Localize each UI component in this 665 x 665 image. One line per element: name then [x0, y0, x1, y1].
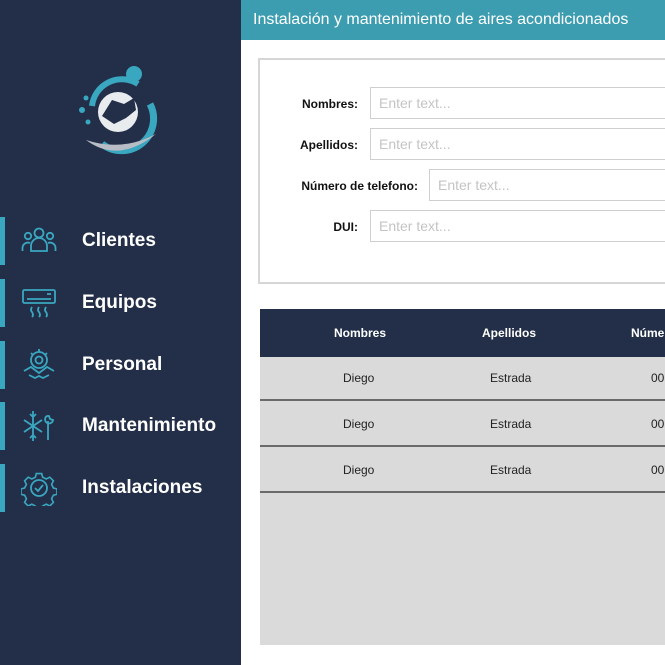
app-header: Instalación y mantenimiento de aires aco…: [241, 0, 665, 40]
cell-nombres: Diego: [343, 371, 375, 385]
sidebar-item-personal[interactable]: Personal: [0, 341, 241, 389]
sidebar-item-mantenimiento[interactable]: Mantenimiento: [0, 402, 241, 450]
sidebar-item-label: Personal: [82, 354, 163, 375]
active-indicator: [0, 279, 5, 327]
cell-apellidos: Estrada: [490, 463, 532, 477]
cell-apellidos: Estrada: [490, 417, 532, 431]
active-indicator: [0, 341, 5, 389]
handshake-gear-icon: [23, 349, 55, 380]
apellidos-label: Apellidos:: [299, 138, 358, 152]
clients-table: Nombres Apellidos Núme Diego Estrada 00 …: [260, 309, 665, 645]
sidebar-item-clientes[interactable]: Clientes: [0, 217, 241, 265]
sidebar-item-instalaciones[interactable]: Instalaciones: [0, 464, 241, 512]
nombres-input[interactable]: [370, 87, 665, 119]
telefono-input[interactable]: [429, 169, 665, 201]
active-indicator: [0, 464, 5, 512]
cell-nombres: Diego: [343, 463, 375, 477]
snowflake-wrench-icon: [23, 411, 54, 441]
column-header-nombres[interactable]: Nombres: [334, 309, 386, 357]
column-header-apellidos[interactable]: Apellidos: [482, 309, 536, 357]
table-row[interactable]: Diego Estrada 00: [260, 449, 665, 493]
cell-numero: 00: [651, 371, 665, 385]
cell-numero: 00: [651, 417, 665, 431]
column-header-numero[interactable]: Núme: [631, 309, 664, 357]
sidebar-item-label: Mantenimiento: [82, 415, 217, 436]
nombres-label: Nombres:: [301, 97, 358, 111]
dui-label: DUI:: [333, 220, 358, 234]
sidebar-item-label: Equipos: [82, 292, 157, 313]
cell-nombres: Diego: [343, 417, 375, 431]
sidebar: Clientes Equipos Personal Mantenimiento …: [0, 0, 241, 665]
client-form: Nombres: Apellidos: Número de telefono: …: [258, 58, 665, 284]
gear-check-icon: [21, 472, 57, 506]
air-conditioner-icon: [22, 289, 56, 318]
users-icon: [21, 227, 57, 252]
cell-numero: 00: [651, 463, 665, 477]
sidebar-item-label: Instalaciones: [82, 477, 203, 498]
apellidos-input[interactable]: [370, 128, 665, 160]
table-row[interactable]: Diego Estrada 00: [260, 403, 665, 447]
table-header: Nombres Apellidos Núme: [260, 309, 665, 357]
active-indicator: [0, 402, 5, 450]
cell-apellidos: Estrada: [490, 371, 532, 385]
active-indicator: [0, 217, 5, 265]
page-title: Instalación y mantenimiento de aires aco…: [253, 11, 629, 28]
sidebar-item-equipos[interactable]: Equipos: [0, 279, 241, 327]
sidebar-item-label: Clientes: [82, 230, 156, 251]
company-logo-icon: [79, 66, 158, 155]
table-row[interactable]: Diego Estrada 00: [260, 357, 665, 401]
telefono-label: Número de telefono:: [301, 179, 418, 193]
dui-input[interactable]: [370, 210, 665, 242]
